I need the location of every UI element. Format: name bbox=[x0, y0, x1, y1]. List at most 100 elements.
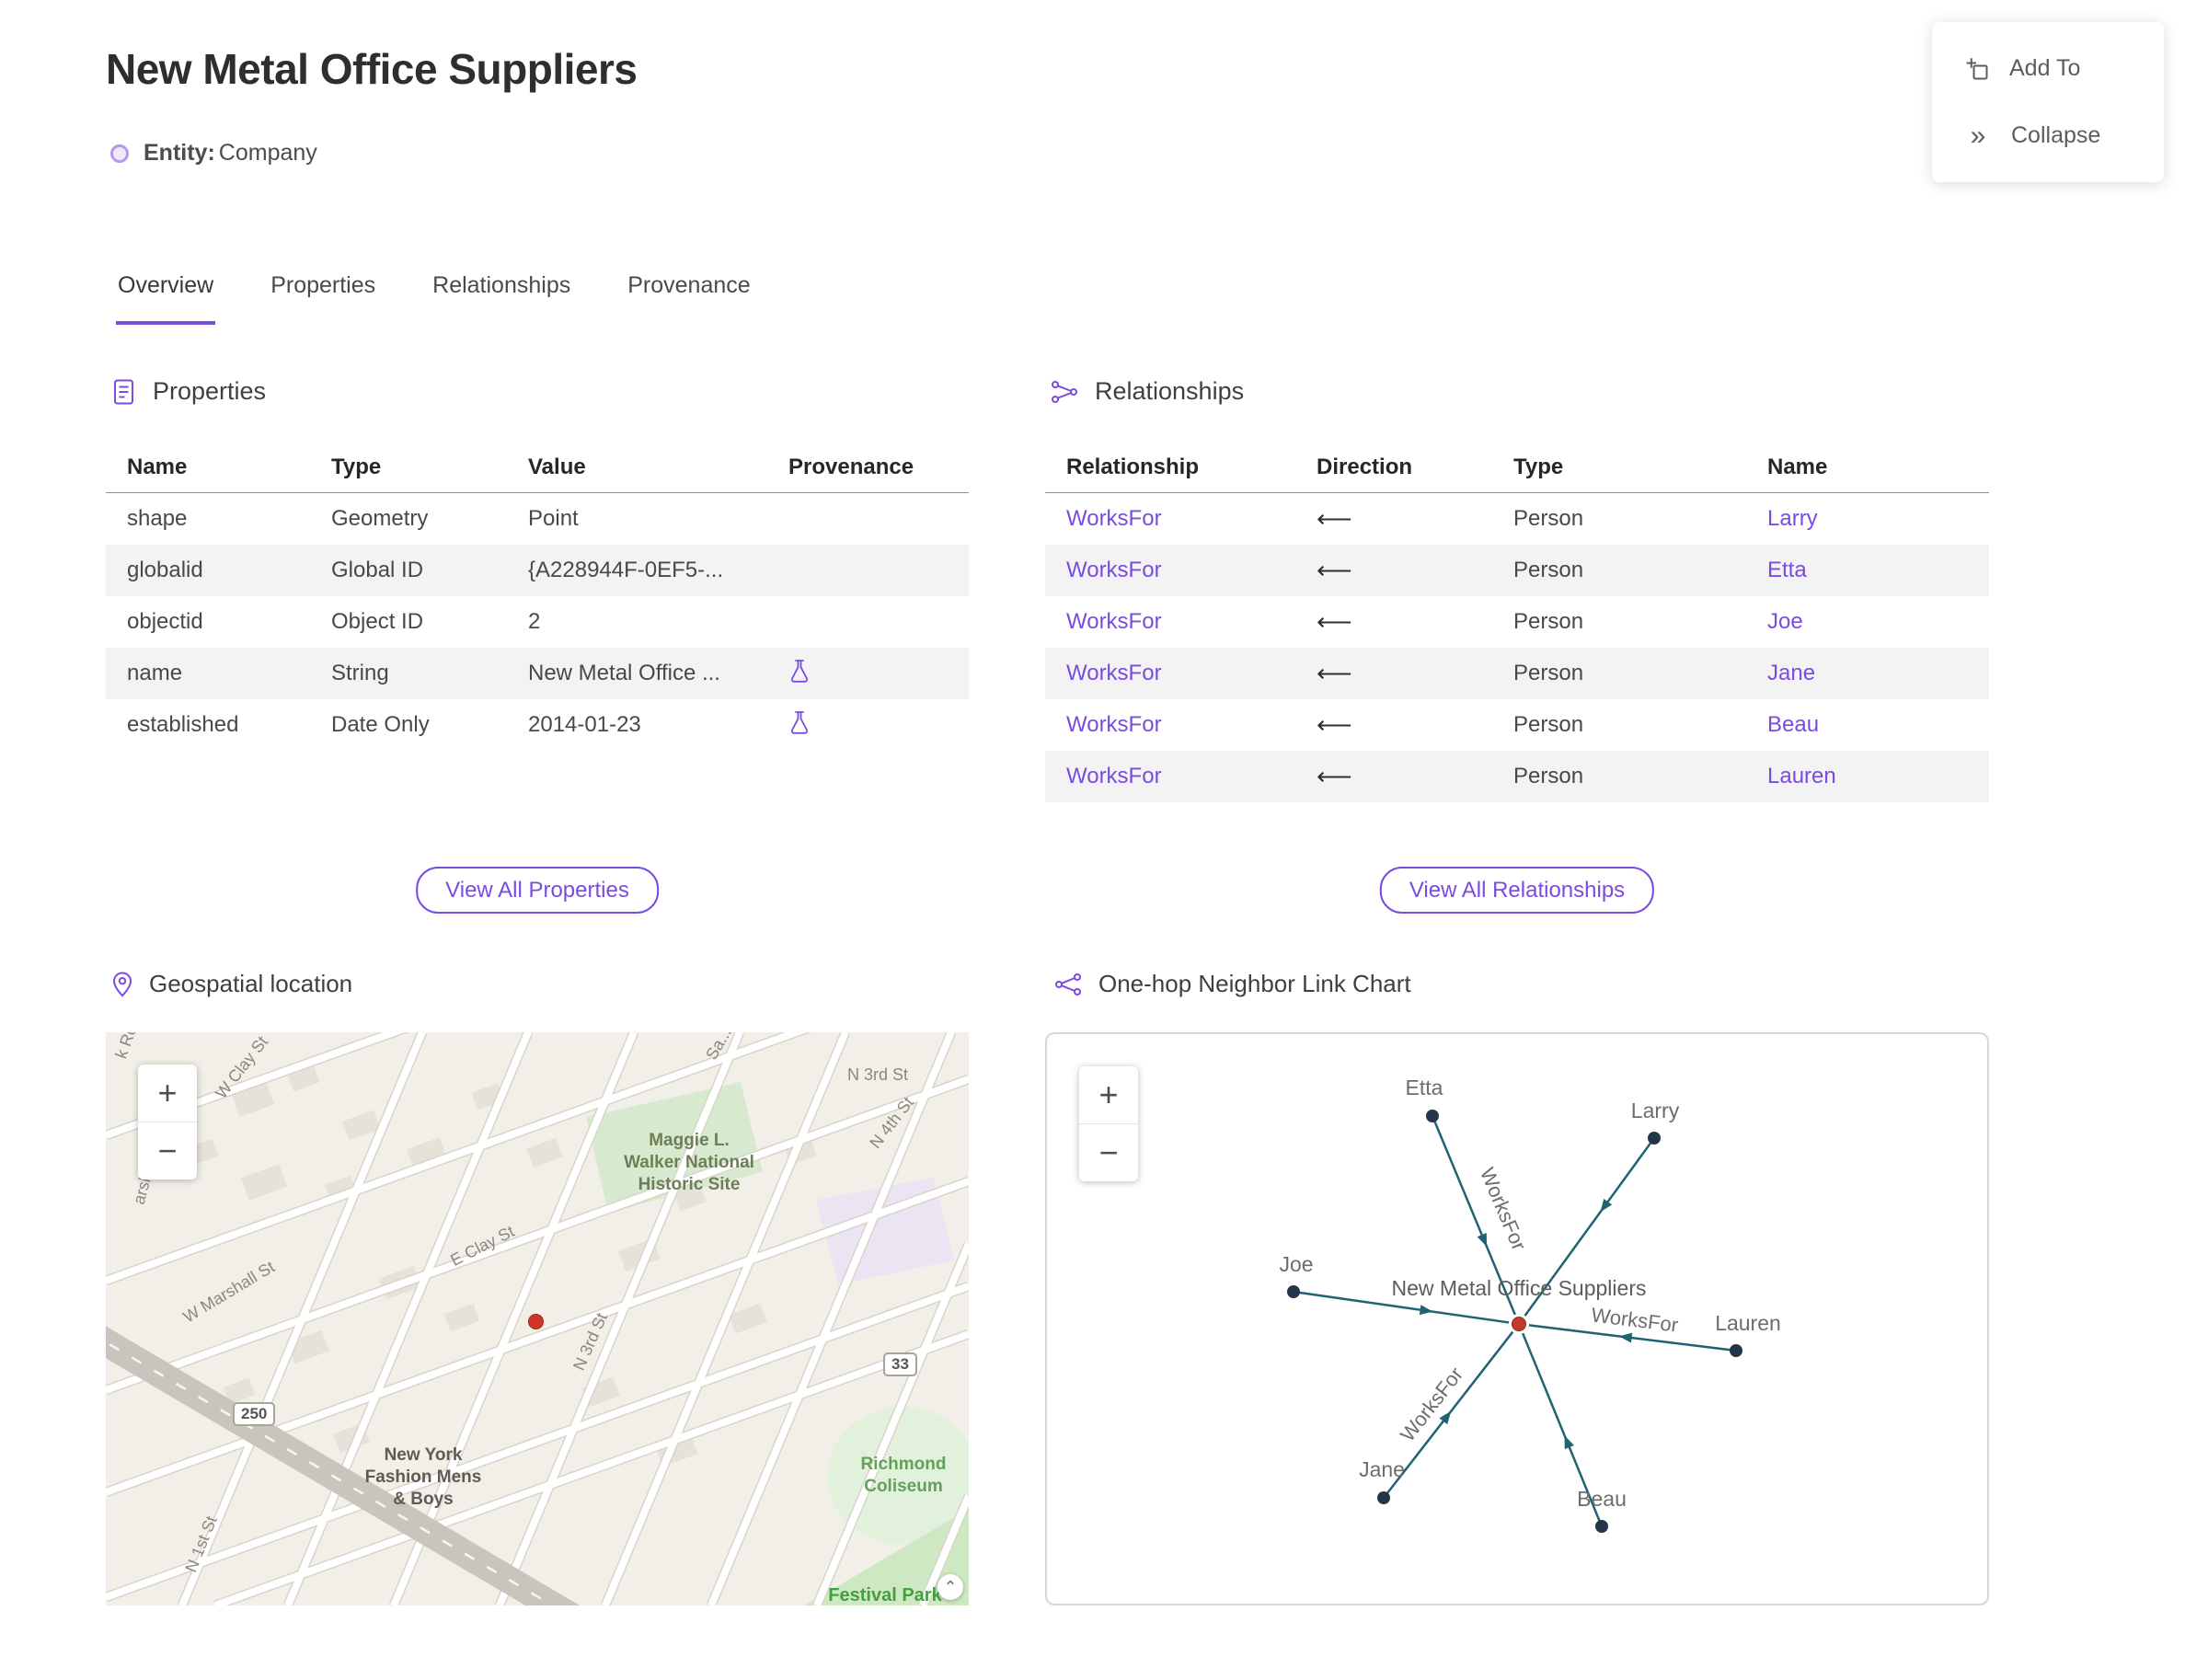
graph-node[interactable] bbox=[1648, 1132, 1661, 1145]
graph-center-label: New Metal Office Suppliers bbox=[1392, 1276, 1647, 1300]
properties-table-header: Name Type Value Provenance bbox=[106, 442, 969, 493]
entity-link[interactable]: Joe bbox=[1767, 609, 1986, 635]
tab-properties[interactable]: Properties bbox=[269, 272, 377, 325]
table-row: shape Geometry Point bbox=[127, 506, 579, 531]
col-name: Name bbox=[1767, 454, 1828, 479]
add-to-label: Add To bbox=[2009, 55, 2081, 81]
zoom-out-button[interactable]: − bbox=[138, 1122, 197, 1179]
properties-table: Name Type Value Provenance shape Geometr… bbox=[106, 442, 969, 751]
link-chart-icon bbox=[1055, 972, 1081, 995]
link-chart-section-header: One-hop Neighbor Link Chart bbox=[1054, 970, 1411, 998]
direction-arrow: ⟵ bbox=[1317, 504, 1352, 533]
col-provenance: Provenance bbox=[788, 454, 914, 479]
graph-node-label: Beau bbox=[1577, 1487, 1627, 1511]
one-hop-link-chart[interactable]: WorksFor WorksFor WorksFor Etta Larry Joe Laur… bbox=[1045, 1032, 1989, 1605]
entity-label: Entity: Company bbox=[144, 140, 317, 166]
relationship-link[interactable]: WorksFor bbox=[1066, 764, 1317, 789]
entity-link[interactable]: Beau bbox=[1767, 712, 1986, 738]
graph-edge-arrow bbox=[1477, 1233, 1488, 1248]
action-menu: Add To » Collapse bbox=[1932, 22, 2164, 182]
geospatial-section-title: Geospatial location bbox=[149, 970, 353, 997]
relationships-section-header: Relationships bbox=[1051, 377, 1244, 406]
relationships-section-title: Relationships bbox=[1095, 377, 1245, 405]
entity-detail-page: New Metal Office Suppliers Entity: Compan… bbox=[0, 0, 2208, 1680]
graph-edge-label: WorksFor bbox=[1590, 1303, 1679, 1336]
direction-arrow: ⟵ bbox=[1317, 659, 1352, 687]
graph-node[interactable] bbox=[1730, 1344, 1742, 1357]
provenance-icon[interactable] bbox=[788, 710, 811, 734]
table-row: WorksFor ⟵ Person Jane bbox=[1045, 648, 1989, 699]
map-marker[interactable] bbox=[528, 1314, 544, 1329]
relationships-icon bbox=[1052, 380, 1077, 403]
graph-node[interactable] bbox=[1426, 1110, 1439, 1122]
graph-node[interactable] bbox=[1377, 1491, 1390, 1504]
link-graph-canvas: WorksForWorksForWorksForEttaLarryJoeLaur… bbox=[1279, 1076, 1781, 1533]
graph-node-label: Larry bbox=[1631, 1099, 1680, 1122]
table-row: WorksFor ⟵ Person Lauren bbox=[1045, 751, 1989, 802]
provenance-icon[interactable] bbox=[788, 659, 811, 683]
tab-provenance[interactable]: Provenance bbox=[626, 272, 752, 325]
map-pin-icon bbox=[112, 971, 132, 997]
relationship-link[interactable]: WorksFor bbox=[1066, 609, 1317, 635]
entity-link[interactable]: Larry bbox=[1767, 506, 1986, 532]
table-row: objectid Object ID 2 bbox=[127, 609, 541, 634]
collapse-icon: » bbox=[1970, 120, 1986, 151]
entity-subtitle: Entity: Company bbox=[110, 140, 317, 167]
graph-node[interactable] bbox=[1595, 1520, 1608, 1533]
entity-link[interactable]: Lauren bbox=[1767, 764, 1986, 789]
direction-arrow: ⟵ bbox=[1317, 710, 1352, 739]
table-row: WorksFor ⟵ Person Larry bbox=[1045, 493, 1989, 545]
entity-type-value: Company bbox=[218, 140, 317, 166]
graph-edge-arrow bbox=[1564, 1435, 1574, 1450]
direction-arrow: ⟵ bbox=[1317, 556, 1352, 584]
tab-overview[interactable]: Overview bbox=[116, 272, 216, 325]
table-row: established Date Only 2014-01-23 bbox=[106, 699, 969, 751]
zoom-in-button[interactable]: + bbox=[1079, 1066, 1138, 1123]
geospatial-section-header: Geospatial location bbox=[112, 970, 352, 998]
graph-node-label: Lauren bbox=[1715, 1311, 1781, 1335]
tab-relationships[interactable]: Relationships bbox=[431, 272, 572, 325]
collapse-label: Collapse bbox=[2011, 122, 2101, 148]
relationship-link[interactable]: WorksFor bbox=[1066, 506, 1317, 532]
entity-link[interactable]: Jane bbox=[1767, 661, 1986, 686]
map-zoom-control: + − bbox=[138, 1064, 197, 1179]
geospatial-map[interactable]: k Ro Sa... W Clay St arshall St W Marsha… bbox=[106, 1032, 969, 1605]
relationships-table: Relationship Direction Type Name WorksFo… bbox=[1045, 442, 1989, 802]
col-relationship: Relationship bbox=[1066, 454, 1200, 479]
graph-edge-arrow bbox=[1618, 1332, 1633, 1343]
zoom-out-button[interactable]: − bbox=[1079, 1123, 1138, 1181]
add-to-icon bbox=[1966, 57, 1988, 79]
add-to-button[interactable]: Add To bbox=[1932, 35, 2164, 102]
zoom-in-button[interactable]: + bbox=[138, 1064, 197, 1122]
relationship-link[interactable]: WorksFor bbox=[1066, 558, 1317, 583]
collapse-button[interactable]: » Collapse bbox=[1932, 102, 2164, 169]
relationship-link[interactable]: WorksFor bbox=[1066, 712, 1317, 738]
col-type: Type bbox=[331, 454, 382, 479]
col-type: Type bbox=[1513, 454, 1564, 479]
graph-node-label: Joe bbox=[1279, 1252, 1313, 1276]
entity-link[interactable]: Etta bbox=[1767, 558, 1986, 583]
map-expand-icon[interactable]: ⌃ bbox=[937, 1574, 963, 1600]
view-all-relationships-button[interactable]: View All Relationships bbox=[1379, 867, 1655, 914]
table-row: WorksFor ⟵ Person Joe bbox=[1045, 596, 1989, 648]
table-row: name String New Metal Office ... bbox=[106, 648, 969, 699]
properties-icon bbox=[114, 379, 133, 404]
col-value: Value bbox=[528, 454, 586, 479]
entity-type-icon bbox=[110, 144, 129, 163]
graph-node-label: Jane bbox=[1359, 1457, 1405, 1481]
col-name: Name bbox=[127, 454, 188, 479]
table-row: globalid Global ID {A228944F-0EF5-... bbox=[106, 545, 969, 596]
view-all-properties-button[interactable]: View All Properties bbox=[416, 867, 659, 914]
graph-center-node[interactable] bbox=[1512, 1317, 1526, 1331]
graph-node-label: Etta bbox=[1406, 1076, 1443, 1099]
tab-bar: Overview Properties Relationships Proven… bbox=[116, 272, 753, 325]
properties-section-title: Properties bbox=[153, 377, 267, 405]
direction-arrow: ⟵ bbox=[1317, 607, 1352, 636]
graph-node[interactable] bbox=[1287, 1285, 1300, 1298]
chart-zoom-control: + − bbox=[1079, 1066, 1138, 1181]
link-chart-section-title: One-hop Neighbor Link Chart bbox=[1098, 970, 1411, 997]
direction-arrow: ⟵ bbox=[1317, 762, 1352, 790]
relationship-link[interactable]: WorksFor bbox=[1066, 661, 1317, 686]
relationships-table-header: Relationship Direction Type Name bbox=[1045, 442, 1989, 493]
table-row: WorksFor ⟵ Person Etta bbox=[1045, 545, 1989, 596]
